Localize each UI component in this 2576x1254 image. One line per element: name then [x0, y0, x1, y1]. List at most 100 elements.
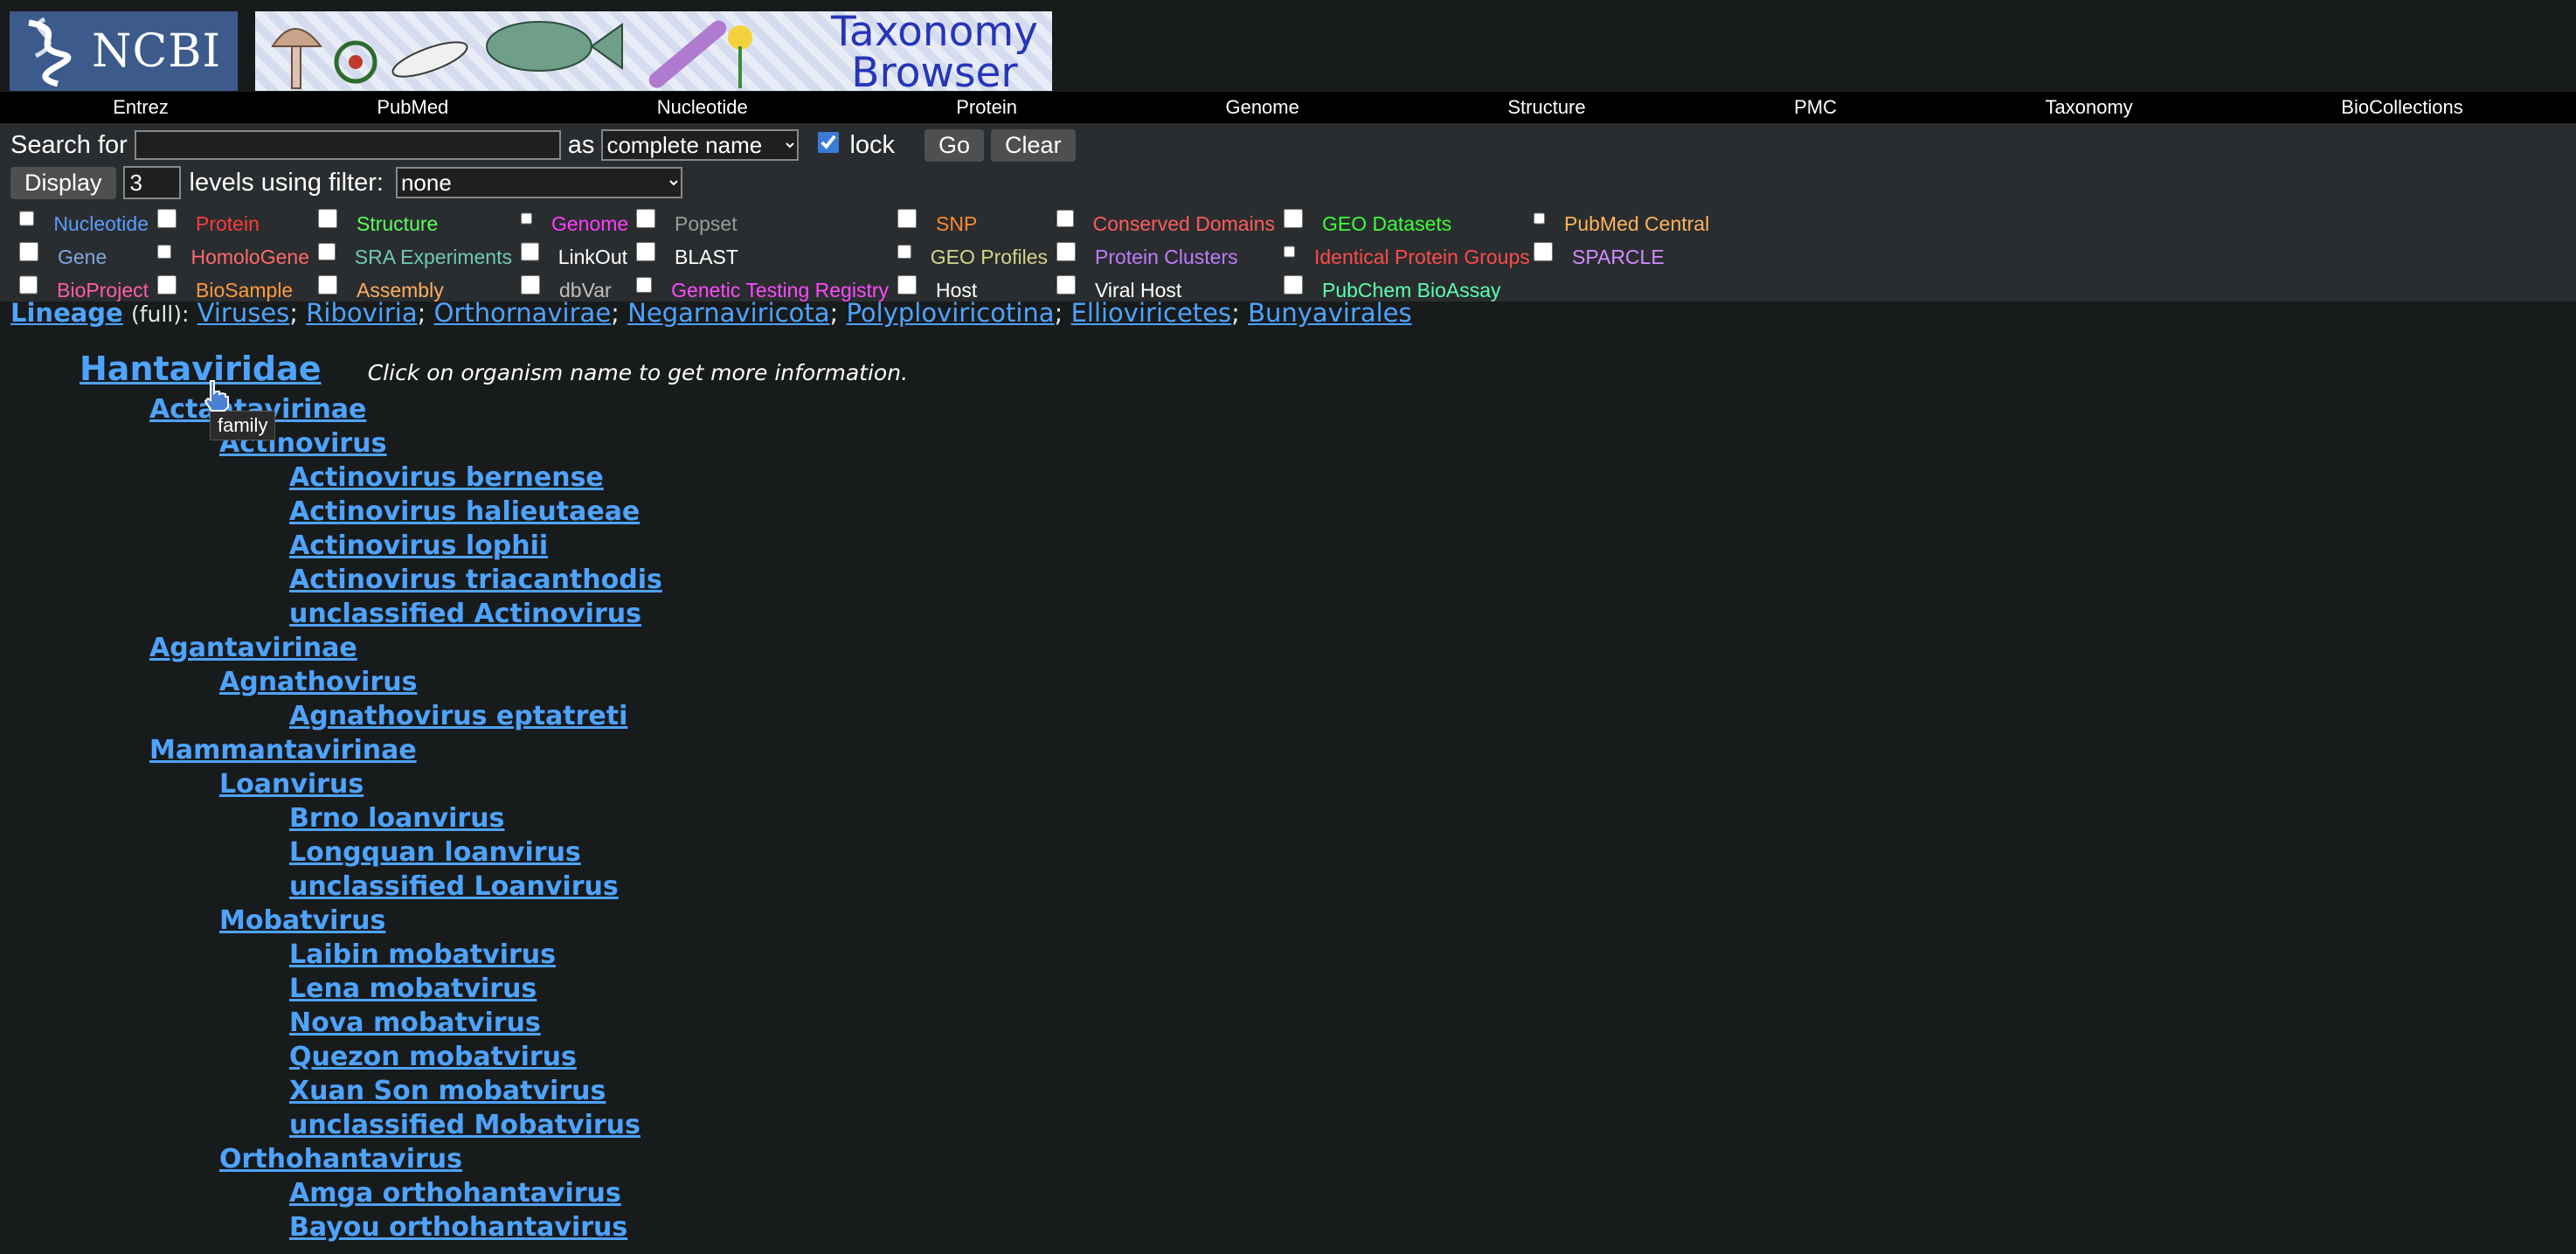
- lineage-viruses[interactable]: Viruses: [197, 298, 290, 328]
- filter-blast[interactable]: BLAST: [627, 240, 889, 274]
- taxon-link-unclassified-mobatvirus[interactable]: unclassified Mobatvirus: [289, 1110, 641, 1140]
- nav-protein[interactable]: Protein: [956, 96, 1017, 119]
- go-button[interactable]: Go: [924, 128, 985, 162]
- filter-checkbox-sra-experiments[interactable]: [318, 242, 336, 261]
- filter-checkbox-identical-protein-groups[interactable]: [1284, 242, 1295, 261]
- taxon-link-orthohantavirus[interactable]: Orthohantavirus: [219, 1144, 462, 1174]
- filter-checkbox-geo-datasets[interactable]: [1284, 209, 1303, 228]
- taxon-link-longquan-loanvirus[interactable]: Longquan loanvirus: [289, 837, 581, 868]
- filter-checkbox-viral-host[interactable]: [1056, 275, 1076, 294]
- filter-checkbox-geo-profiles[interactable]: [897, 242, 911, 261]
- tree-item: Actinovirus halieutaeae: [0, 495, 2576, 529]
- lineage-negarnaviricota[interactable]: Negarnaviricota: [627, 298, 829, 328]
- taxon-link-unclassified-loanvirus[interactable]: unclassified Loanvirus: [289, 871, 619, 902]
- filter-identical-protein-groups[interactable]: Identical Protein Groups: [1275, 240, 1530, 274]
- search-mode-select[interactable]: complete name: [601, 129, 800, 161]
- filter-checkbox-genetic-testing-registry[interactable]: [636, 275, 653, 294]
- taxon-link-mammantavirinae[interactable]: Mammantavirinae: [149, 735, 417, 766]
- taxon-link-lena-mobatvirus[interactable]: Lena mobatvirus: [289, 973, 537, 1004]
- nav-nucleotide[interactable]: Nucleotide: [657, 96, 748, 119]
- filter-sra-experiments[interactable]: SRA Experiments: [309, 240, 512, 274]
- lineage-link[interactable]: Lineage: [10, 298, 123, 328]
- filter-label: GEO Datasets: [1322, 211, 1452, 235]
- taxon-link-amga-orthohantavirus[interactable]: Amga orthohantavirus: [289, 1178, 621, 1209]
- filter-checkbox-assembly[interactable]: [318, 275, 337, 294]
- filter-genome[interactable]: Genome: [512, 207, 629, 240]
- filter-checkbox-sparcle[interactable]: [1534, 242, 1553, 261]
- filter-homologene[interactable]: HomoloGene: [149, 240, 309, 274]
- taxon-link-quezon-mobatvirus[interactable]: Quezon mobatvirus: [289, 1042, 577, 1072]
- taxon-link-agnathovirus[interactable]: Agnathovirus: [219, 667, 417, 697]
- taxon-link-brno-loanvirus[interactable]: Brno loanvirus: [289, 803, 504, 834]
- taxon-link-agantavirinae[interactable]: Agantavirinae: [149, 633, 357, 663]
- filter-checkbox-biosample[interactable]: [157, 275, 177, 294]
- filter-pubmed-central[interactable]: PubMed Central: [1525, 207, 1709, 240]
- filter-checkbox-structure[interactable]: [318, 209, 337, 228]
- filter-checkbox-blast[interactable]: [636, 242, 655, 261]
- filter-checkbox-gene[interactable]: [19, 242, 38, 261]
- taxon-link-bayou-orthohantavirus[interactable]: Bayou orthohantavirus: [289, 1212, 627, 1243]
- taxon-link-actinovirus-lophii[interactable]: Actinovirus lophii: [289, 530, 548, 561]
- clear-button[interactable]: Clear: [991, 128, 1076, 162]
- filter-label: Genome: [551, 211, 629, 235]
- tree-item: Actinovirus bernense: [0, 461, 2576, 495]
- filter-checkbox-linkout[interactable]: [521, 242, 539, 261]
- filter-nucleotide[interactable]: Nucleotide: [10, 207, 149, 240]
- filter-checkbox-homologene[interactable]: [157, 242, 172, 261]
- lineage-orthornavirae[interactable]: Orthornavirae: [434, 298, 612, 328]
- filter-snp[interactable]: SNP: [889, 207, 1048, 240]
- taxon-link-laibin-mobatvirus[interactable]: Laibin mobatvirus: [289, 939, 556, 970]
- lineage-polyploviricotina[interactable]: Polyploviricotina: [846, 298, 1054, 328]
- taxon-link-actinovirus-triacanthodis[interactable]: Actinovirus triacanthodis: [289, 565, 662, 595]
- filter-protein[interactable]: Protein: [149, 207, 309, 240]
- nav-pubmed[interactable]: PubMed: [377, 96, 448, 119]
- taxon-link-agnathovirus-eptatreti[interactable]: Agnathovirus eptatreti: [289, 701, 627, 731]
- lineage-riboviria[interactable]: Riboviria: [306, 298, 417, 328]
- filter-checkbox-dbvar[interactable]: [521, 275, 540, 294]
- filter-checkbox-popset[interactable]: [636, 209, 655, 228]
- nav-pmc[interactable]: PMC: [1794, 96, 1837, 119]
- filter-checkbox-bioproject[interactable]: [19, 275, 38, 294]
- nav-entrez[interactable]: Entrez: [113, 96, 169, 119]
- taxon-link-actinovirus-halieutaeae[interactable]: Actinovirus halieutaeae: [289, 496, 640, 527]
- filter-checkbox-host[interactable]: [897, 275, 917, 294]
- taxon-link-unclassified-actinovirus[interactable]: unclassified Actinovirus: [289, 599, 641, 629]
- taxon-link-actinovirus-bernense[interactable]: Actinovirus bernense: [289, 462, 604, 493]
- filter-linkout[interactable]: LinkOut: [512, 240, 627, 274]
- lock-checkbox[interactable]: [818, 132, 840, 153]
- levels-input[interactable]: [122, 166, 181, 199]
- filter-geo-datasets[interactable]: GEO Datasets: [1275, 207, 1525, 240]
- filter-select[interactable]: none: [395, 167, 682, 198]
- filter-sparcle[interactable]: SPARCLE: [1525, 240, 1700, 274]
- filter-protein-clusters[interactable]: Protein Clusters: [1048, 240, 1275, 274]
- lineage-ellioviricetes[interactable]: Ellioviricetes: [1071, 298, 1232, 328]
- taxon-link-xuan-son-mobatvirus[interactable]: Xuan Son mobatvirus: [289, 1076, 606, 1106]
- nav-genome[interactable]: Genome: [1225, 96, 1298, 119]
- nav-biocollections[interactable]: BioCollections: [2341, 96, 2462, 119]
- nav-structure[interactable]: Structure: [1507, 96, 1585, 119]
- filter-checkbox-genome[interactable]: [521, 209, 532, 228]
- filter-checkbox-pubmed-central[interactable]: [1534, 209, 1545, 228]
- filter-checkbox-nucleotide[interactable]: [19, 209, 35, 228]
- filter-popset[interactable]: Popset: [627, 207, 889, 240]
- filter-label: Structure: [357, 211, 439, 235]
- filter-checkbox-protein-clusters[interactable]: [1056, 242, 1076, 261]
- tree-item: Quezon mobatvirus: [0, 1040, 2576, 1074]
- nav-taxonomy[interactable]: Taxonomy: [2046, 96, 2133, 119]
- taxon-link-nova-mobatvirus[interactable]: Nova mobatvirus: [289, 1008, 541, 1038]
- search-input[interactable]: [134, 130, 561, 160]
- display-button[interactable]: Display: [10, 166, 116, 199]
- filter-gene[interactable]: Gene: [10, 240, 149, 274]
- filter-checkbox-snp[interactable]: [897, 209, 917, 228]
- taxon-link-loanvirus[interactable]: Loanvirus: [219, 769, 364, 800]
- lineage-bunyavirales[interactable]: Bunyavirales: [1248, 298, 1412, 328]
- filter-checkbox-pubchem-bioassay[interactable]: [1284, 275, 1303, 294]
- filter-checkbox-protein[interactable]: [157, 209, 177, 228]
- ncbi-logo[interactable]: NCBI: [10, 11, 238, 91]
- tree-item: Loanvirus: [0, 767, 2576, 801]
- filter-conserved-domains[interactable]: Conserved Domains: [1048, 207, 1275, 240]
- filter-checkbox-conserved-domains[interactable]: [1056, 209, 1074, 228]
- filter-geo-profiles[interactable]: GEO Profiles: [889, 240, 1048, 274]
- filter-structure[interactable]: Structure: [309, 207, 512, 240]
- taxon-link-mobatvirus[interactable]: Mobatvirus: [219, 905, 385, 936]
